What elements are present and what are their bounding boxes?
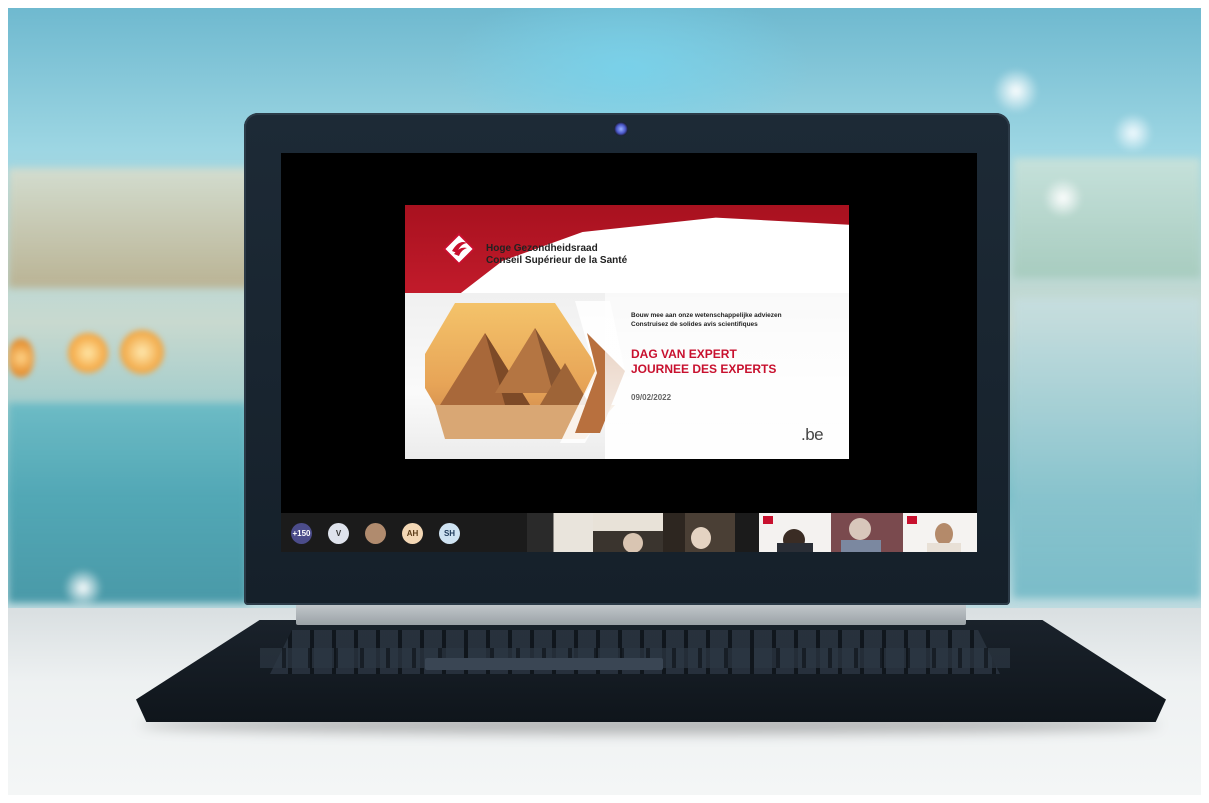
- bokeh-light: [1043, 178, 1083, 218]
- participant-avatar-AH[interactable]: AH: [402, 523, 423, 544]
- participant-avatar-V[interactable]: V: [328, 523, 349, 544]
- blurred-shelf-left-lower: [8, 403, 248, 603]
- bokeh-light: [1113, 113, 1153, 153]
- bokeh-light: [8, 338, 34, 378]
- video-tile[interactable]: [831, 513, 903, 552]
- spacebar: [425, 658, 663, 670]
- participant-avatar-photo[interactable]: [365, 523, 386, 544]
- video-tile[interactable]: [903, 513, 977, 552]
- slide-content-band: [405, 293, 849, 459]
- slide-heading-fr: JOURNEE DES EXPERTS: [631, 362, 777, 376]
- participant-avatar-plus150[interactable]: +150: [291, 523, 312, 544]
- video-tile[interactable]: [759, 513, 831, 552]
- participant-avatar-SH[interactable]: SH: [439, 523, 460, 544]
- slide-subtitle-nl: Bouw mee aan onze wetenschappelijke advi…: [631, 312, 782, 319]
- bokeh-light: [120, 330, 164, 374]
- slide-heading-nl: DAG VAN EXPERT: [631, 347, 737, 361]
- blurred-shelf-left: [8, 168, 258, 288]
- meeting-participant-bar: +150 V AH SH: [281, 513, 977, 552]
- slide-subtitle-fr: Construisez de solides avis scientifique…: [631, 321, 758, 328]
- bokeh-light: [68, 333, 108, 373]
- webcam-icon: [614, 122, 628, 136]
- bokeh-light: [63, 568, 103, 608]
- presentation-slide: Hoge Gezondheidsraad Conseil Supérieur d…: [405, 205, 849, 459]
- bokeh-light: [993, 68, 1039, 114]
- hgr-logo-icon: [443, 233, 475, 265]
- blurred-shelf-right-top: [1013, 158, 1201, 278]
- video-tile[interactable]: [593, 513, 663, 552]
- org-name-fr: Conseil Supérieur de la Santé: [486, 255, 628, 266]
- slide-date: 09/02/2022: [631, 393, 672, 402]
- laptop-screen: Hoge Gezondheidsraad Conseil Supérieur d…: [281, 153, 977, 552]
- be-logo: .be: [801, 425, 824, 444]
- blurred-shelf-right: [1013, 298, 1201, 598]
- org-name-nl: Hoge Gezondheidsraad: [486, 243, 598, 254]
- pyramids-image: [425, 301, 625, 443]
- video-tile[interactable]: [527, 513, 593, 552]
- video-tile[interactable]: [663, 513, 735, 552]
